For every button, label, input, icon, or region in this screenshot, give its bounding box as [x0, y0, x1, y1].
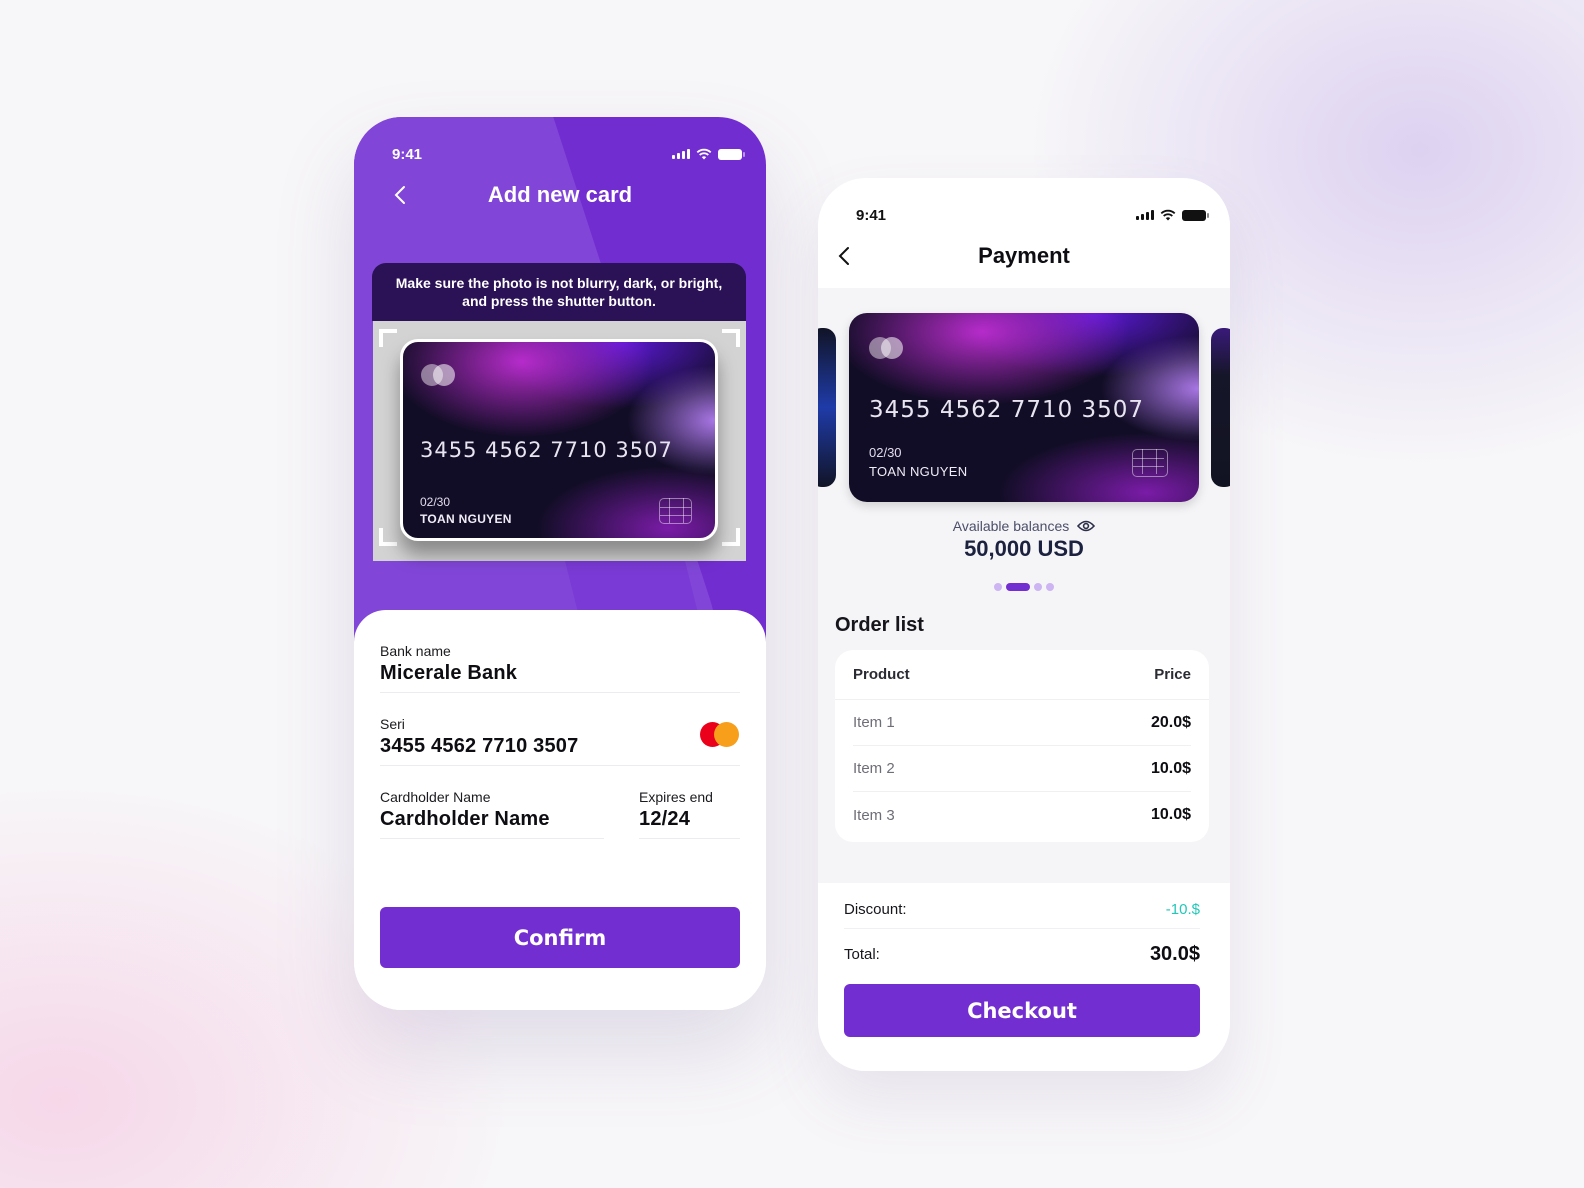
chevron-left-icon [394, 186, 405, 204]
order-table: Product Price Item 1 20.0$ Item 2 10.0$ … [835, 650, 1209, 842]
checkout-button[interactable]: Checkout [844, 984, 1200, 1037]
card-brand-icon [421, 364, 457, 388]
pager-dot[interactable] [1046, 583, 1054, 591]
mastercard-icon [700, 722, 740, 748]
card-holder: TOAN NGUYEN [869, 464, 968, 479]
expiry-label: Expires end [639, 789, 713, 805]
selected-credit-card[interactable]: 3455 4562 7710 3507 02/30 TOAN NGUYEN [849, 313, 1199, 502]
payment-summary: Discount: -10.$ Total: 30.0$ Checkout [818, 883, 1230, 1071]
nav-bar: Add new card [354, 177, 766, 213]
table-row: Item 2 10.0$ [853, 746, 1191, 792]
next-card-preview[interactable] [1211, 328, 1230, 487]
pager-dot[interactable] [1034, 583, 1042, 591]
product-price: 20.0$ [1150, 713, 1191, 731]
viewfinder-corner [379, 528, 397, 546]
order-list-title: Order list [835, 614, 924, 636]
card-pager [818, 583, 1230, 591]
cardholder-name-value: Cardholder Name [380, 808, 550, 830]
status-bar: 9:41 [818, 190, 1230, 240]
wifi-icon [1160, 209, 1176, 221]
previous-card-preview[interactable] [818, 328, 836, 487]
confirm-button[interactable]: Confirm [380, 907, 740, 968]
cellular-signal-icon [1136, 210, 1154, 220]
chip-icon [1132, 449, 1168, 477]
card-expiry: 02/30 [420, 495, 451, 509]
wifi-icon [696, 148, 712, 160]
card-expiry: 02/30 [869, 445, 902, 460]
total-row: Total: 30.0$ [844, 935, 1200, 973]
chevron-left-icon [838, 247, 849, 265]
bank-name-label: Bank name [380, 643, 451, 659]
product-price: 10.0$ [1150, 806, 1191, 823]
payment-screen: 9:41 Payment 3455 4562 7710 3507 02/30 T… [818, 178, 1230, 1071]
order-table-header: Product Price [835, 650, 1209, 700]
bank-name-value: Micerale Bank [380, 662, 518, 684]
seri-value: 3455 4562 7710 3507 [380, 735, 579, 757]
product-price: 10.0$ [1150, 759, 1191, 777]
page-title: Payment [978, 243, 1070, 268]
bank-name-field[interactable]: Bank name Micerale Bank [380, 643, 740, 693]
seri-label: Seri [380, 716, 405, 732]
card-form: Bank name Micerale Bank Seri 3455 4562 7… [354, 610, 766, 1010]
battery-icon [718, 148, 745, 160]
eye-icon[interactable] [1077, 520, 1096, 532]
viewfinder-corner [722, 528, 740, 546]
status-time: 9:41 [392, 145, 423, 163]
product-name: Item 2 [853, 760, 895, 777]
nav-bar: Payment [818, 238, 1230, 274]
card-number: 3455 4562 7710 3507 [869, 397, 1145, 423]
discount-value: -10.$ [1165, 901, 1200, 918]
viewfinder-corner [722, 329, 740, 347]
status-time: 9:41 [856, 206, 887, 224]
column-header-price: Price [1154, 666, 1191, 683]
card-number: 3455 4562 7710 3507 [420, 438, 673, 462]
discount-row: Discount: -10.$ [844, 891, 1200, 929]
status-bar: 9:41 [354, 129, 766, 179]
total-value: 30.0$ [1149, 942, 1200, 965]
back-button[interactable] [832, 244, 856, 268]
page-title: Add new card [487, 182, 633, 207]
status-icons [672, 148, 745, 160]
product-name: Item 3 [853, 806, 895, 824]
card-brand-icon [869, 337, 905, 361]
discount-label: Discount: [844, 901, 907, 918]
battery-icon [1182, 209, 1209, 221]
scanned-credit-card: 3455 4562 7710 3507 02/30 TOAN NGUYEN [400, 339, 718, 541]
cardholder-name-label: Cardholder Name [380, 789, 491, 805]
status-icons [1136, 209, 1209, 221]
table-row: Item 3 10.0$ [853, 792, 1191, 838]
scan-hint: Make sure the photo is not blurry, dark,… [372, 263, 746, 321]
expiry-field[interactable]: Expires end 12/24 [639, 789, 740, 839]
total-label: Total: [844, 945, 880, 963]
cardholder-name-field[interactable]: Cardholder Name Cardholder Name [380, 789, 604, 839]
balance-label: Available balances [952, 518, 1070, 534]
camera-viewfinder[interactable]: 3455 4562 7710 3507 02/30 TOAN NGUYEN [373, 321, 746, 561]
product-name: Item 1 [853, 714, 895, 731]
chip-icon [659, 498, 692, 524]
pager-dot[interactable] [994, 583, 1002, 591]
seri-field[interactable]: Seri 3455 4562 7710 3507 [380, 716, 740, 766]
card-holder: TOAN NGUYEN [420, 512, 512, 526]
table-row: Item 1 20.0$ [853, 700, 1191, 746]
balance-label-row: Available balances [818, 518, 1230, 534]
balance-value: 50,000 USD [964, 536, 1084, 561]
pager-dot-active[interactable] [1006, 583, 1030, 591]
viewfinder-corner [379, 329, 397, 347]
expiry-value: 12/24 [639, 808, 691, 830]
back-button[interactable] [388, 183, 412, 207]
column-header-product: Product [853, 666, 910, 683]
cellular-signal-icon [672, 149, 690, 159]
add-card-screen: 9:41 Add new card Make sure the photo is… [354, 117, 766, 1010]
